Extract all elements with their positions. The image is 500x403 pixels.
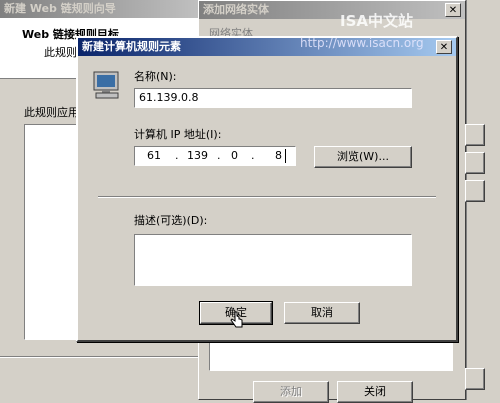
side-button-1[interactable] [465, 124, 485, 146]
ip-dot-2: . [217, 149, 221, 162]
browse-button[interactable]: 浏览(W)... [314, 146, 412, 168]
ip-dot-3: . [251, 149, 255, 162]
wizard-footer-divider [0, 356, 200, 358]
text-cursor [285, 149, 286, 163]
cancel-button[interactable]: 取消 [284, 302, 360, 324]
name-label: 名称(N): [134, 70, 177, 83]
watermark-url: http://www.isacn.org [300, 36, 424, 50]
ip-octet-1[interactable]: 61 [147, 147, 161, 165]
dialog-close-icon[interactable]: ✕ [436, 40, 452, 54]
watermark-title: ISA中文站 [340, 12, 413, 30]
wizard-body-label: 此规则应用 [24, 106, 79, 119]
new-computer-dialog: 新建计算机规则元素 ✕ 名称(N): 61.139.0.8 计算机 IP 地址(… [76, 36, 458, 342]
background-window-edge [465, 0, 500, 400]
computer-icon [92, 70, 122, 100]
wizard-list[interactable] [24, 124, 84, 340]
ip-octet-3[interactable]: 0 [231, 147, 238, 165]
wizard-subheading: 此规则 [44, 46, 77, 59]
side-button-3[interactable] [465, 180, 485, 202]
name-field[interactable]: 61.139.0.8 [134, 88, 412, 108]
ip-octet-2[interactable]: 139 [187, 147, 208, 165]
network-entity-detail-box [209, 341, 453, 371]
side-button-4[interactable] [465, 368, 485, 390]
dialog-divider [98, 196, 436, 198]
ip-octet-4[interactable]: 8 [275, 147, 282, 165]
ip-address-field[interactable]: 61 . 139 . 0 . 8 [134, 146, 296, 166]
description-label: 描述(可选)(D): [134, 214, 208, 227]
wizard-title: 新建 Web 链规则向导 [0, 0, 199, 18]
side-button-2[interactable] [465, 152, 485, 174]
description-field[interactable] [134, 234, 412, 286]
mouse-pointer-icon [230, 310, 244, 330]
ip-address-label: 计算机 IP 地址(I): [134, 128, 222, 141]
ip-dot-1: . [175, 149, 179, 162]
network-entity-title: 添加网络实体 [199, 1, 465, 19]
network-close-icon[interactable]: ✕ [445, 3, 461, 17]
